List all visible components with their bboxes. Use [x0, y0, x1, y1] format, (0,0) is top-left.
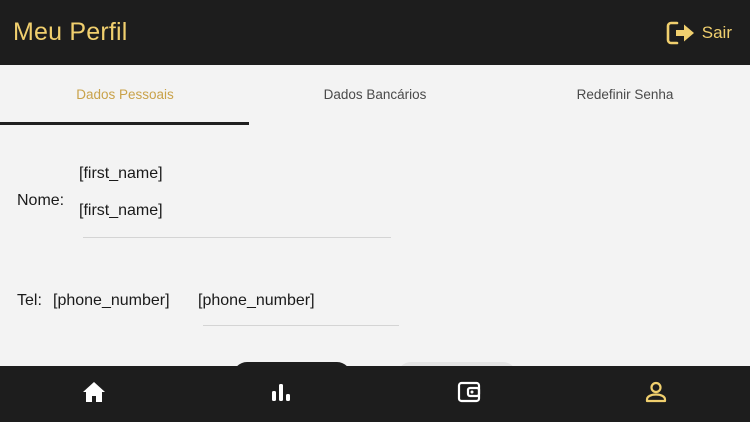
nav-stats[interactable]	[188, 366, 376, 422]
tab-dados-pessoais[interactable]: Dados Pessoais	[0, 65, 250, 125]
phone-underline	[203, 325, 399, 326]
first-name-display: [first_name]	[79, 165, 163, 182]
nav-profile[interactable]	[563, 366, 750, 422]
active-tab-indicator	[0, 122, 249, 125]
bar-chart-icon	[270, 382, 292, 407]
tab-dados-bancarios[interactable]: Dados Bancários	[250, 65, 500, 125]
logout-label: Sair	[701, 22, 732, 42]
phone-label: Tel:	[17, 292, 42, 309]
page-title: Meu Perfil	[13, 18, 128, 46]
name-label: Nome:	[17, 192, 65, 209]
bottom-nav	[0, 366, 750, 422]
user-icon	[645, 381, 667, 408]
phone-display: [phone_number]	[53, 292, 170, 309]
phone-input[interactable]: [phone_number]	[198, 292, 315, 310]
profile-tabs: Dados Pessoais Dados Bancários Redefinir…	[0, 65, 750, 125]
first-name-input[interactable]: [first_name]	[79, 202, 163, 220]
logout-icon	[666, 20, 696, 46]
nav-home[interactable]	[0, 366, 188, 422]
nav-wallet[interactable]	[375, 366, 563, 422]
logout-button[interactable]: Sair	[666, 20, 732, 46]
wallet-icon	[457, 381, 481, 408]
home-icon	[82, 381, 106, 408]
profile-screen: Meu Perfil Sair Dados Pessoais Dados Ban…	[0, 0, 750, 422]
tab-redefinir-senha[interactable]: Redefinir Senha	[500, 65, 750, 125]
app-header: Meu Perfil Sair	[0, 0, 750, 65]
first-name-underline	[83, 237, 391, 238]
